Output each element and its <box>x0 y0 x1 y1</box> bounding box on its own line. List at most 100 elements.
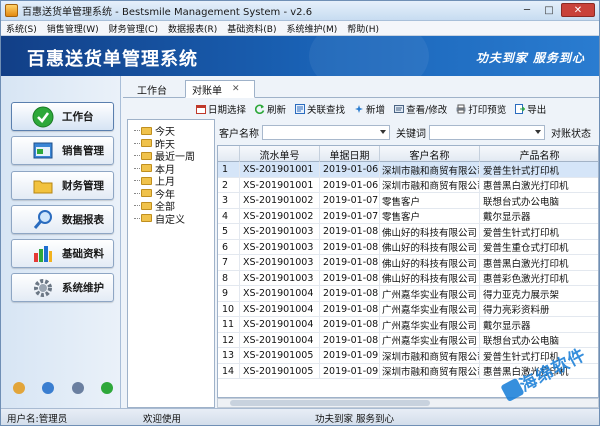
table-cell: 2019-01-08 <box>320 332 380 348</box>
row-number: 4 <box>218 208 240 224</box>
nav-reports[interactable]: 数据报表 <box>11 205 114 234</box>
print-preview-button[interactable]: 打印预览 <box>456 102 506 116</box>
table-cell: XS-201901002 <box>240 193 320 208</box>
add-button[interactable]: 新增 <box>354 102 385 116</box>
tab-statement[interactable]: 对账单 ✕ <box>185 80 255 98</box>
scrollbar-thumb[interactable] <box>230 400 430 406</box>
table-cell: 2019-01-09 <box>320 363 380 379</box>
folder-icon <box>141 164 152 172</box>
printer-icon <box>456 104 466 113</box>
table-cell: 佛山好的科技有限公司 <box>380 255 480 270</box>
table-cell: 2019-01-07 <box>320 193 380 208</box>
table-row[interactable]: 5 XS-201901003 2019-01-08 佛山好的科技有限公司 爱普生针式打印… <box>218 224 598 240</box>
menu-basic-data[interactable]: 基础资料(B) <box>222 22 281 35</box>
keyword-label: 关键词 <box>396 128 426 140</box>
nav-finance[interactable]: 财务管理 <box>11 171 114 200</box>
table-cell: 2019-01-08 <box>320 224 380 239</box>
nav-label: 财务管理 <box>62 180 104 192</box>
table-cell: 2019-01-06 <box>320 177 380 193</box>
table-cell: 2019-01-08 <box>320 255 380 270</box>
table-row[interactable]: 10 XS-201901004 2019-01-08 广州嘉华实业有限公司 得力亮彩资料… <box>218 301 598 317</box>
customer-select[interactable] <box>262 124 390 140</box>
column-header[interactable] <box>218 146 240 162</box>
sales-window-icon <box>32 140 54 162</box>
refresh-button[interactable]: 刷新 <box>255 102 286 116</box>
chevron-down-icon <box>380 129 386 134</box>
menu-maintenance[interactable]: 系统维护(M) <box>281 22 342 35</box>
banner-slogan: 功夫到家 服务到心 <box>475 51 585 65</box>
status-welcome: 欢迎使用 <box>143 414 182 425</box>
nav-workbench[interactable]: 工作台 <box>11 102 114 131</box>
view-edit-button[interactable]: 查看/修改 <box>394 102 447 116</box>
table-row[interactable]: 8 XS-201901003 2019-01-08 佛山好的科技有限公司 惠普彩色激光打… <box>218 270 598 286</box>
table-row[interactable]: 4 XS-201901002 2019-01-07 零售客户 戴尔显示器 <box>218 208 598 224</box>
tree-item[interactable]: 自定义 <box>134 211 185 226</box>
folder-icon <box>141 189 152 197</box>
menu-reports[interactable]: 数据报表(R) <box>163 22 222 35</box>
row-number: 1 <box>218 162 240 177</box>
linked-search-button[interactable]: 关联查找 <box>295 102 345 116</box>
keyword-select[interactable] <box>429 124 545 140</box>
table-row[interactable]: 7 XS-201901003 2019-01-08 佛山好的科技有限公司 惠普黑白激光打… <box>218 255 598 271</box>
table-cell: XS-201901004 <box>240 301 320 317</box>
nav-sales[interactable]: 销售管理 <box>11 136 114 165</box>
table-cell: 2019-01-08 <box>320 270 380 286</box>
column-header[interactable]: 客户名称 <box>380 146 480 162</box>
table-cell: 2019-01-08 <box>320 317 380 332</box>
link-search-icon <box>295 103 306 114</box>
table-cell: XS-201901005 <box>240 363 320 379</box>
row-number: 3 <box>218 193 240 208</box>
watermark-text: 海绵软件 <box>516 344 590 397</box>
table-cell: 爱普生针式打印机 <box>480 224 598 239</box>
calendar-icon <box>196 104 206 114</box>
nav-maintenance[interactable]: 系统维护 <box>11 273 114 302</box>
table-cell: 广州嘉华实业有限公司 <box>380 332 480 348</box>
table-cell: XS-201901005 <box>240 348 320 363</box>
column-header[interactable]: 产品名称 <box>480 146 598 162</box>
row-number: 6 <box>218 239 240 255</box>
table-row[interactable]: 2 XS-201901001 2019-01-06 深圳市融和商贸有限公司 惠普黑白激光… <box>218 177 598 193</box>
table-cell: 爱普生针式打印机 <box>480 162 598 177</box>
row-number: 5 <box>218 224 240 239</box>
folder-icon <box>141 214 152 222</box>
export-button[interactable]: 导出 <box>515 102 546 116</box>
search-icon[interactable] <box>71 382 84 394</box>
column-header[interactable]: 流水单号 <box>240 146 320 162</box>
table-row[interactable]: 1 XS-201901001 2019-01-06 深圳市融和商贸有限公司 爱普生针式打… <box>218 162 598 178</box>
table-cell: XS-201901004 <box>240 286 320 301</box>
menu-finance[interactable]: 财务管理(C) <box>104 22 163 35</box>
chevron-down-icon <box>535 129 541 134</box>
folder-icon <box>141 139 152 147</box>
table-cell: 深圳市融和商贸有限公司 <box>380 177 480 193</box>
sidebar: 工作台 销售管理 财务管理 数据报表 基础资料 系统维护 <box>1 76 121 408</box>
table-cell: 得力亚克力展示架 <box>480 286 598 301</box>
row-number: 14 <box>218 363 240 379</box>
menu-sales[interactable]: 销售管理(W) <box>42 22 104 35</box>
minimize-button[interactable]: ─ <box>517 3 537 17</box>
nav-basic-data[interactable]: 基础资料 <box>11 239 114 268</box>
table-row[interactable]: 9 XS-201901004 2019-01-08 广州嘉华实业有限公司 得力亚克力展示… <box>218 286 598 302</box>
toolbar: 日期选择 刷新 关联查找 新增 查看/修改 打印预览 导出 <box>123 99 599 118</box>
table-cell: 惠普彩色激光打印机 <box>480 271 598 286</box>
row-number: 12 <box>218 332 240 348</box>
tab-close-icon[interactable]: ✕ <box>232 84 240 94</box>
maximize-button[interactable]: □ <box>539 3 559 17</box>
menu-help[interactable]: 帮助(H) <box>342 22 384 35</box>
date-select-button[interactable]: 日期选择 <box>196 102 246 116</box>
column-header[interactable]: 单据日期 <box>320 146 380 162</box>
table-cell: 联想台式办公电脑 <box>480 193 598 208</box>
tab-workbench[interactable]: 工作台 <box>129 80 175 98</box>
clock-icon[interactable] <box>42 382 55 394</box>
close-button[interactable]: ✕ <box>561 3 595 17</box>
window-title: 百惠送货单管理系统 - Bestsmile Management System … <box>22 7 313 18</box>
refresh-icon[interactable] <box>100 382 113 394</box>
table-row[interactable]: 6 XS-201901003 2019-01-08 佛山好的科技有限公司 爱普生重仓式打… <box>218 239 598 255</box>
tab-label: 对账单 <box>192 85 222 97</box>
table-cell: 得力亮彩资料册 <box>480 302 598 317</box>
folder-icon <box>141 176 152 185</box>
menu-system[interactable]: 系统(S) <box>1 22 42 35</box>
calculator-icon[interactable] <box>13 382 25 394</box>
table-row[interactable]: 3 XS-201901002 2019-01-07 零售客户 联想台式办公电脑 <box>218 193 598 209</box>
table-cell: XS-201901002 <box>240 208 320 224</box>
chart-icon <box>32 243 54 265</box>
